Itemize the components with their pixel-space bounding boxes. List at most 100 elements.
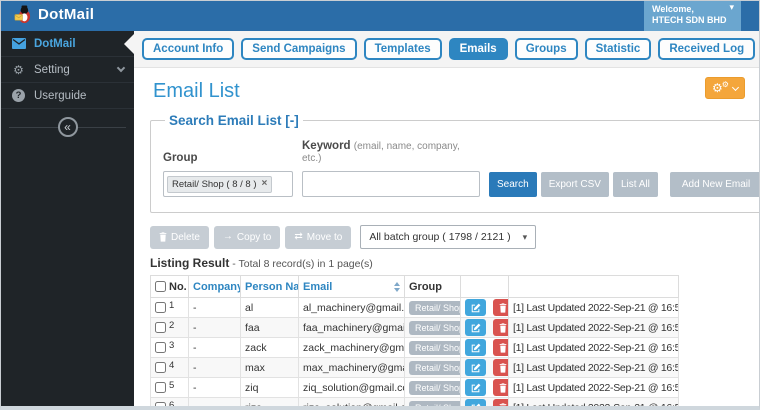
row-checkbox[interactable] [155,302,166,314]
cell-last-updated: [1] Last Updated 2022-Sep-21 @ 16:52:50 … [508,377,679,398]
tab-groups[interactable]: Groups [514,38,578,60]
email-table: No. Company Person Name Email Group 1 - … [150,275,679,406]
group-tag-label: Retail/ Shop ( 8 / 8 ) [172,178,257,190]
cell-person-name: riza [240,397,299,406]
topbar: DotMail Welcome, HTECH SDN BHD ▾ [1,1,759,31]
active-item-arrow [124,33,134,54]
cog-small-icon: ⚙ [721,80,729,89]
delete-row-button[interactable] [492,319,508,336]
search-buttons: Search Export CSV List All Add New Email [489,172,759,197]
cell-person-name: max [240,357,299,378]
cell-company: - [188,377,241,398]
row-checkbox[interactable] [155,402,166,406]
sidebar-item-dotmail[interactable]: DotMail [1,31,134,57]
cell-email: faa_machinery@gmail.com [298,317,405,338]
list-all-button[interactable]: List All [612,172,658,197]
delete-row-button[interactable] [492,379,508,396]
edit-button[interactable] [465,379,486,396]
delete-row-button[interactable] [492,339,508,356]
pencil-icon [471,363,480,372]
cell-person-name: faa [240,317,299,338]
tab-send-campaigns[interactable]: Send Campaigns [241,38,357,60]
dotmail-app-window: DotMail Welcome, HTECH SDN BHD ▾ DotMail… [0,0,760,410]
keyword-input[interactable] [302,171,480,197]
edit-button[interactable] [465,319,486,336]
batch-actions: Delete → Copy to ⇄ Move to All batch gro… [150,225,746,249]
cell-company: - [188,397,241,406]
trash-icon [500,302,507,313]
row-checkbox[interactable] [155,362,166,374]
table-header-row: No. Company Person Name Email Group [150,275,679,298]
gear-icon: ⚙ [13,62,24,77]
column-header-group: Group [404,275,461,298]
cell-person-name: al [240,297,299,318]
table-row: 2 - faa faa_machinery@gmail.com Retail/ … [150,317,679,338]
row-checkbox[interactable] [155,342,166,354]
edit-button[interactable] [465,339,486,356]
row-checkbox[interactable] [155,382,166,394]
caret-down-icon: ▾ [522,231,528,242]
group-multiselect[interactable]: Retail/ Shop ( 8 / 8 ) × [163,171,293,197]
delete-row-button[interactable] [492,299,508,316]
dotmail-logo-icon [14,5,31,24]
cell-email: ziq_solution@gmail.com [298,377,405,398]
user-menu[interactable]: Welcome, HTECH SDN BHD ▾ [644,1,741,31]
tab-statistic[interactable]: Statistic [584,38,652,60]
sidebar: DotMail ⚙ Setting ? Userguide « [1,31,134,406]
sort-icon [394,281,400,292]
delete-row-button[interactable] [492,399,508,406]
pencil-icon [471,323,480,332]
sidebar-collapse-button[interactable]: « [57,117,78,137]
group-badge: Retail/ Shop [409,380,460,395]
column-header-email[interactable]: Email [298,275,405,298]
table-row: 6 - riza riza_solution@gmail.com Retail/… [150,397,679,406]
cell-company: - [188,337,241,358]
pencil-icon [471,403,480,406]
copy-to-button[interactable]: → Copy to [213,225,281,249]
export-csv-button[interactable]: Export CSV [540,172,609,197]
cell-company: - [188,317,241,338]
tab-templates[interactable]: Templates [363,38,442,60]
edit-button[interactable] [465,399,486,406]
delete-button[interactable]: Delete [150,225,209,249]
trash-icon [500,402,507,406]
group-field: Group Retail/ Shop ( 8 / 8 ) × [163,152,293,197]
sidebar-item-setting[interactable]: ⚙ Setting [1,57,134,83]
search-button[interactable]: Search [489,172,537,197]
tab-received-log[interactable]: Received Log [658,38,756,60]
cell-person-name: zack [240,337,299,358]
sidebar-item-label: Userguide [34,89,87,102]
batch-group-select[interactable]: All batch group ( 1798 / 2121 ) ▾ [360,225,537,249]
row-number: 5 [169,379,175,391]
edit-button[interactable] [465,359,486,376]
pencil-icon [471,303,480,312]
add-new-email-button[interactable]: Add New Email [669,172,759,197]
welcome-text: Welcome, [652,4,694,14]
column-header-actions [460,275,509,298]
move-to-button[interactable]: ⇄ Move to [285,225,352,249]
tab-emails[interactable]: Emails [448,38,508,60]
row-checkbox[interactable] [155,322,166,334]
cell-company: - [188,357,241,378]
batch-group-selected: All batch group ( 1798 / 2121 ) [369,231,511,243]
sidebar-item-userguide[interactable]: ? Userguide [1,83,134,109]
cogs-button[interactable]: ⚙ ⚙ [705,77,745,99]
column-header-company[interactable]: Company [188,275,241,298]
listing-summary: Listing Result - Total 8 record(s) in 1 … [150,256,373,270]
chevron-down-icon [116,63,126,73]
column-header-person-name[interactable]: Person Name [240,275,299,298]
table-row: 4 - max max_machinery@gmail.com Retail/ … [150,357,679,378]
envelope-icon [11,38,26,49]
tab-account-info[interactable]: Account Info [142,38,235,60]
remove-tag-icon[interactable]: × [261,179,267,189]
cell-email: zack_machinery@gmail.com [298,337,405,358]
group-tag: Retail/ Shop ( 8 / 8 ) × [167,175,273,193]
select-all-checkbox[interactable] [155,281,166,292]
search-legend[interactable]: Search Email List [-] [165,113,303,128]
table-row: 5 - ziq ziq_solution@gmail.com Retail/ S… [150,377,679,398]
edit-button[interactable] [465,299,486,316]
delete-row-button[interactable] [492,359,508,376]
cell-last-updated: [1] Last Updated 2022-Sep-21 @ 16:52:50 … [508,397,679,406]
cell-last-updated: [1] Last Updated 2022-Sep-21 @ 16:52:50 … [508,317,679,338]
tab-bar: Account Info Send Campaigns Templates Em… [134,31,759,68]
